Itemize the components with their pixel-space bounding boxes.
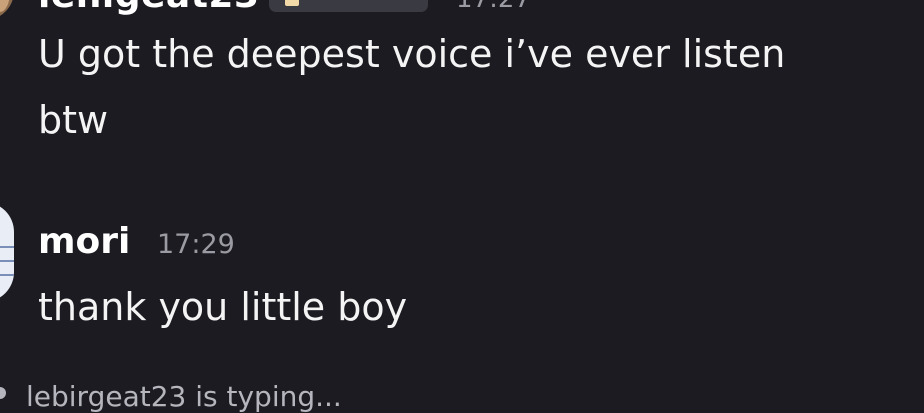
- message-timestamp: 17:27: [456, 0, 531, 12]
- avatar-detail: [0, 246, 14, 248]
- avatar[interactable]: [0, 0, 14, 20]
- avatar[interactable]: [0, 202, 14, 302]
- message-text: U got the deepest voice i’ve ever listen: [38, 32, 786, 76]
- username[interactable]: lenigeat23: [38, 0, 260, 14]
- avatar-detail: [0, 260, 14, 262]
- message-timestamp: 17:29: [157, 229, 235, 260]
- message-group: lenigeat23 17:27 U got the deepest voice…: [0, 0, 924, 160]
- message-text: thank you little boy: [38, 285, 408, 329]
- typing-text: lebirgeat23 is typing...: [26, 380, 342, 413]
- message-group: mori 17:29 thank you little boy: [0, 190, 924, 360]
- avatar-detail: [0, 274, 14, 276]
- typing-dots-icon: [0, 387, 6, 399]
- message-text: btw: [38, 98, 109, 142]
- username[interactable]: mori: [38, 222, 130, 262]
- clipboard-icon: [285, 0, 299, 6]
- role-tag[interactable]: [269, 0, 428, 12]
